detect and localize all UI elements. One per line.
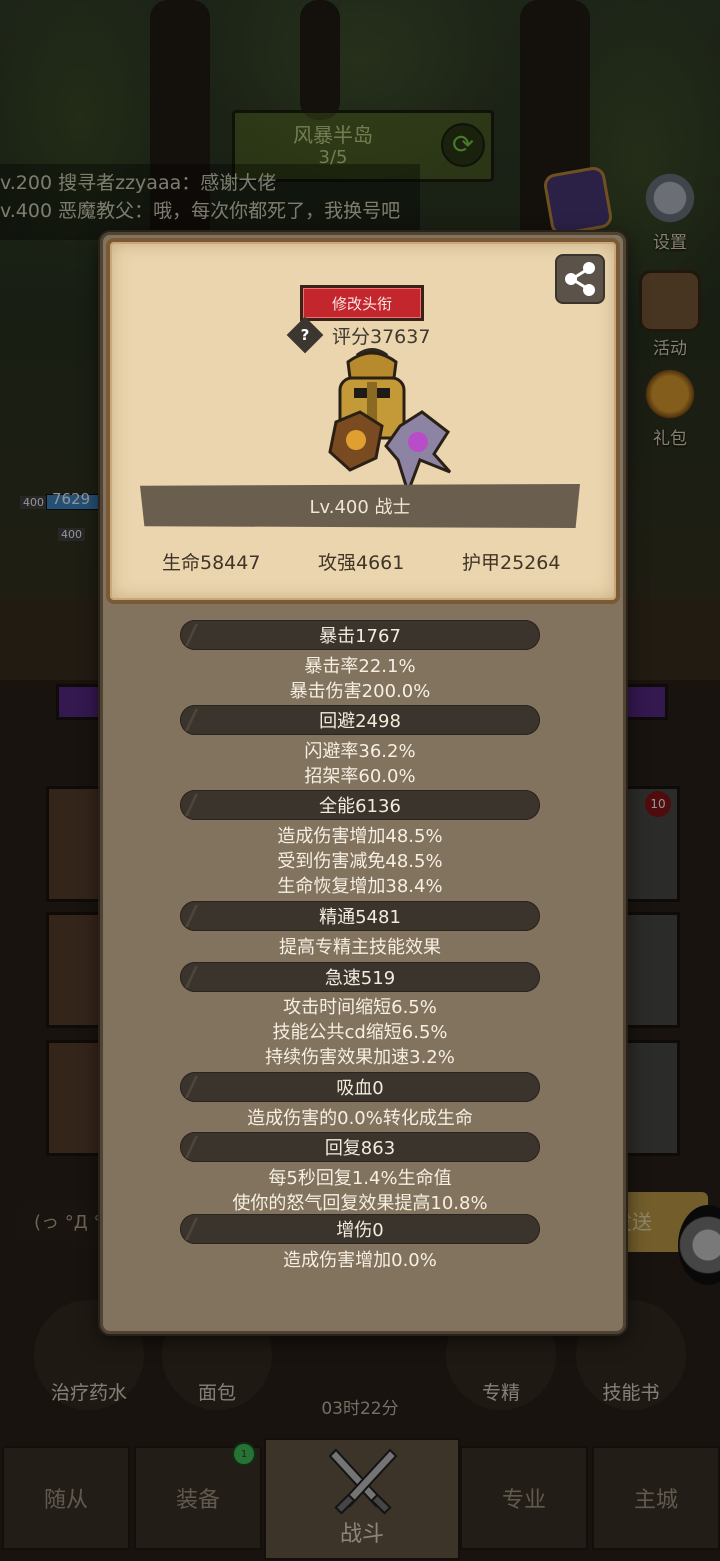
attribute-detail: 生命恢复增加38.4% — [277, 876, 443, 897]
attribute-detail: 暴击伤害200.0% — [289, 681, 431, 702]
attribute-header-regen: 回复863 — [180, 1132, 540, 1162]
attribute-detail: 持续伤害效果加速3.2% — [265, 1047, 455, 1068]
attribute-header-crit: 暴击1767 — [180, 620, 540, 650]
attribute-header-mastery: 精通5481 — [180, 901, 540, 931]
attribute-detail: 技能公共cd缩短6.5% — [272, 1022, 448, 1043]
attribute-detail: 提高专精主技能效果 — [279, 937, 441, 958]
attribute-detail: 攻击时间缩短6.5% — [283, 997, 437, 1018]
attribute-detail: 造成伤害增加48.5% — [277, 826, 443, 847]
stat-armor: 护甲25264 — [462, 552, 561, 574]
edit-title-button[interactable]: 修改头衔 — [300, 285, 424, 321]
attribute-detail: 使你的怒气回复效果提高10.8% — [232, 1193, 488, 1214]
attribute-header-haste: 急速519 — [180, 962, 540, 992]
attribute-header-damage-bonus: 增伤0 — [180, 1214, 540, 1244]
stat-hp: 生命58447 — [162, 552, 261, 574]
attribute-detail: 闪避率36.2% — [304, 741, 416, 762]
attribute-detail: 暴击率22.1% — [304, 656, 416, 677]
stat-attack: 攻强4661 — [318, 552, 405, 574]
attribute-header-lifesteal: 吸血0 — [180, 1072, 540, 1102]
attribute-detail: 受到伤害减免48.5% — [277, 851, 443, 872]
share-icon — [565, 262, 595, 296]
attribute-header-versatility: 全能6136 — [180, 790, 540, 820]
attribute-detail: 造成伤害增加0.0% — [283, 1250, 437, 1271]
attribute-header-avoidance: 回避2498 — [180, 705, 540, 735]
share-button[interactable] — [555, 254, 605, 304]
level-class-banner: Lv.400 战士 — [140, 484, 580, 528]
attribute-detail: 造成伤害的0.0%转化成生命 — [247, 1108, 473, 1129]
attribute-detail: 招架率60.0% — [304, 766, 416, 787]
warrior-avatar — [328, 348, 452, 497]
attribute-detail: 每5秒回复1.4%生命值 — [268, 1168, 452, 1189]
